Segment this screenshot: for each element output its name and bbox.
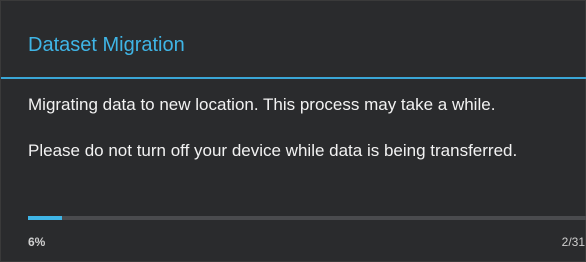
progress-percent: 6%	[28, 235, 46, 249]
dialog-title: Dataset Migration	[28, 34, 185, 56]
progress-bar	[28, 216, 586, 220]
migration-message: Migrating data to new location. This pro…	[28, 95, 496, 114]
progress-count: 2/31	[561, 235, 585, 249]
migration-dialog: Dataset Migration Migrating data to new …	[0, 0, 586, 262]
warning-message: Please do not turn off your device while…	[28, 141, 518, 160]
progress-bar-fill	[28, 216, 62, 220]
title-divider	[1, 77, 586, 79]
